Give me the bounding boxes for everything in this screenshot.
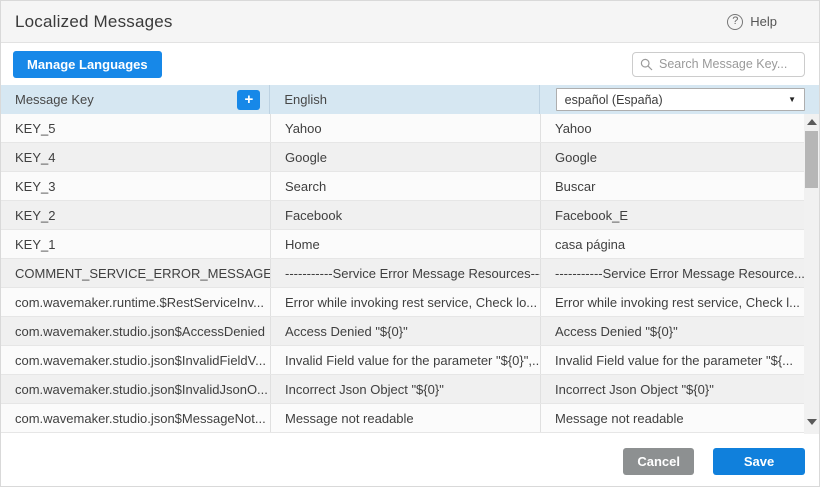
column-header-language: español (España) ▼ [540,85,819,114]
cell-english[interactable]: Error while invoking rest service, Check… [271,288,541,316]
help-icon[interactable]: ? [727,14,743,30]
cell-english[interactable]: Message not readable [271,404,541,432]
table-row[interactable]: KEY_2 Facebook Facebook_E [1,201,804,230]
table-row[interactable]: KEY_3 Search Buscar [1,172,804,201]
column-header-message-key: Message Key + [1,85,270,114]
chevron-down-icon: ▼ [788,95,796,104]
cell-translation[interactable]: Facebook_E [541,201,804,229]
cell-english[interactable]: Search [271,172,541,200]
cell-message-key[interactable]: KEY_4 [1,143,271,171]
cell-translation[interactable]: Yahoo [541,114,804,142]
search-box [632,52,805,77]
table-row[interactable]: com.wavemaker.runtime.$RestServiceInv...… [1,288,804,317]
cell-english[interactable]: Home [271,230,541,258]
cell-translation[interactable]: Message not readable [541,404,804,432]
cell-message-key[interactable]: COMMENT_SERVICE_ERROR_MESSAGES [1,259,271,287]
cell-translation[interactable]: Buscar [541,172,804,200]
search-icon [640,58,653,71]
manage-languages-button[interactable]: Manage Languages [13,51,162,78]
help-link[interactable]: ? Help [727,14,777,30]
cell-translation[interactable]: Error while invoking rest service, Check… [541,288,804,316]
cell-message-key[interactable]: com.wavemaker.studio.json$AccessDenied [1,317,271,345]
cell-message-key[interactable]: com.wavemaker.studio.json$MessageNot... [1,404,271,432]
column-header-english: English [270,85,539,114]
cell-english[interactable]: Access Denied "${0}" [271,317,541,345]
scroll-down-icon[interactable] [807,419,817,425]
cell-message-key[interactable]: com.wavemaker.studio.json$InvalidFieldV.… [1,346,271,374]
table-body: KEY_5 Yahoo Yahoo KEY_4 Google Google KE… [1,114,819,434]
cell-translation[interactable]: Google [541,143,804,171]
cell-message-key[interactable]: KEY_1 [1,230,271,258]
search-input[interactable] [632,52,805,77]
cell-english[interactable]: Invalid Field value for the parameter "$… [271,346,541,374]
add-message-key-button[interactable]: + [237,90,260,110]
language-select-value: español (España) [565,93,663,107]
table-row[interactable]: KEY_4 Google Google [1,143,804,172]
cell-message-key[interactable]: KEY_5 [1,114,271,142]
cell-english[interactable]: Incorrect Json Object "${0}" [271,375,541,403]
cell-message-key[interactable]: com.wavemaker.runtime.$RestServiceInv... [1,288,271,316]
language-select[interactable]: español (España) ▼ [556,88,805,111]
table-row[interactable]: com.wavemaker.studio.json$InvalidJsonO..… [1,375,804,404]
table-row[interactable]: com.wavemaker.studio.json$MessageNot... … [1,404,804,433]
column-label-message-key: Message Key [15,92,94,107]
cell-translation[interactable]: Access Denied "${0}" [541,317,804,345]
scroll-up-icon[interactable] [807,119,817,125]
cell-translation[interactable]: Invalid Field value for the parameter "$… [541,346,804,374]
scrollbar-thumb[interactable] [805,131,818,188]
cell-english[interactable]: Facebook [271,201,541,229]
column-label-english: English [284,92,327,107]
cell-translation[interactable]: Incorrect Json Object "${0}" [541,375,804,403]
localized-messages-dialog: Localized Messages ? Help Manage Languag… [0,0,820,487]
cell-translation[interactable]: -----------Service Error Message Resourc… [541,259,804,287]
dialog-titlebar: Localized Messages ? Help [1,1,819,43]
table-row[interactable]: COMMENT_SERVICE_ERROR_MESSAGES ---------… [1,259,804,288]
table-rows: KEY_5 Yahoo Yahoo KEY_4 Google Google KE… [1,114,804,434]
cell-english[interactable]: Yahoo [271,114,541,142]
table-row[interactable]: com.wavemaker.studio.json$AccessDenied A… [1,317,804,346]
dialog-footer: Cancel Save [1,434,819,487]
cancel-button[interactable]: Cancel [623,448,694,475]
table-row[interactable]: com.wavemaker.studio.json$InvalidFieldV.… [1,346,804,375]
save-button[interactable]: Save [713,448,805,475]
page-title: Localized Messages [15,12,173,32]
cell-message-key[interactable]: KEY_3 [1,172,271,200]
table-row[interactable]: KEY_5 Yahoo Yahoo [1,114,804,143]
table-row[interactable]: KEY_1 Home casa página [1,230,804,259]
cell-message-key[interactable]: KEY_2 [1,201,271,229]
vertical-scrollbar[interactable] [804,114,819,434]
cell-english[interactable]: -----------Service Error Message Resourc… [271,259,541,287]
cell-english[interactable]: Google [271,143,541,171]
help-label[interactable]: Help [750,14,777,29]
toolbar: Manage Languages [1,43,819,85]
cell-translation[interactable]: casa página [541,230,804,258]
cell-message-key[interactable]: com.wavemaker.studio.json$InvalidJsonO..… [1,375,271,403]
table-header: Message Key + English español (España) ▼ [1,85,819,114]
